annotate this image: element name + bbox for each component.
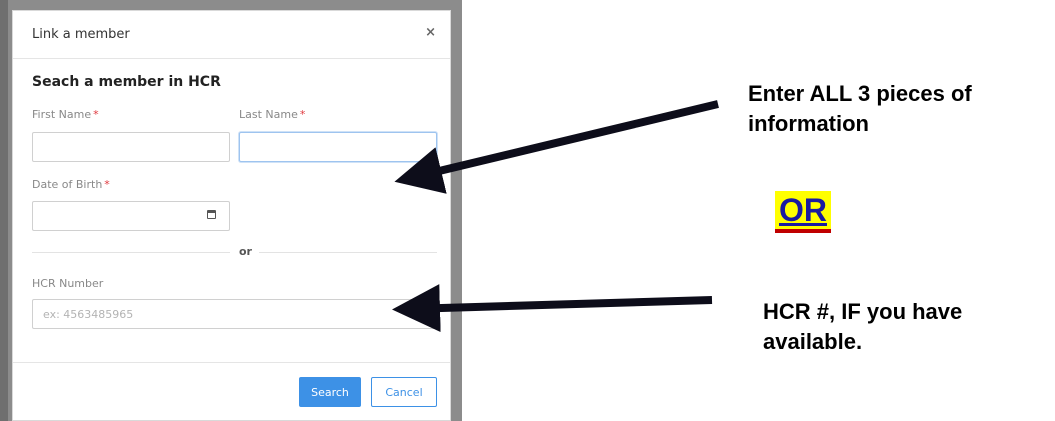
arrow-to-hcr-field [392,284,713,333]
arrow-to-name-fields [394,100,719,194]
instruction-hcr: HCR #, IF you have available. [763,299,963,354]
instruction-enter-all: Enter ALL 3 pieces of information [748,81,972,136]
annotation-arrows [392,100,719,333]
or-highlight-label: OR [775,191,831,233]
